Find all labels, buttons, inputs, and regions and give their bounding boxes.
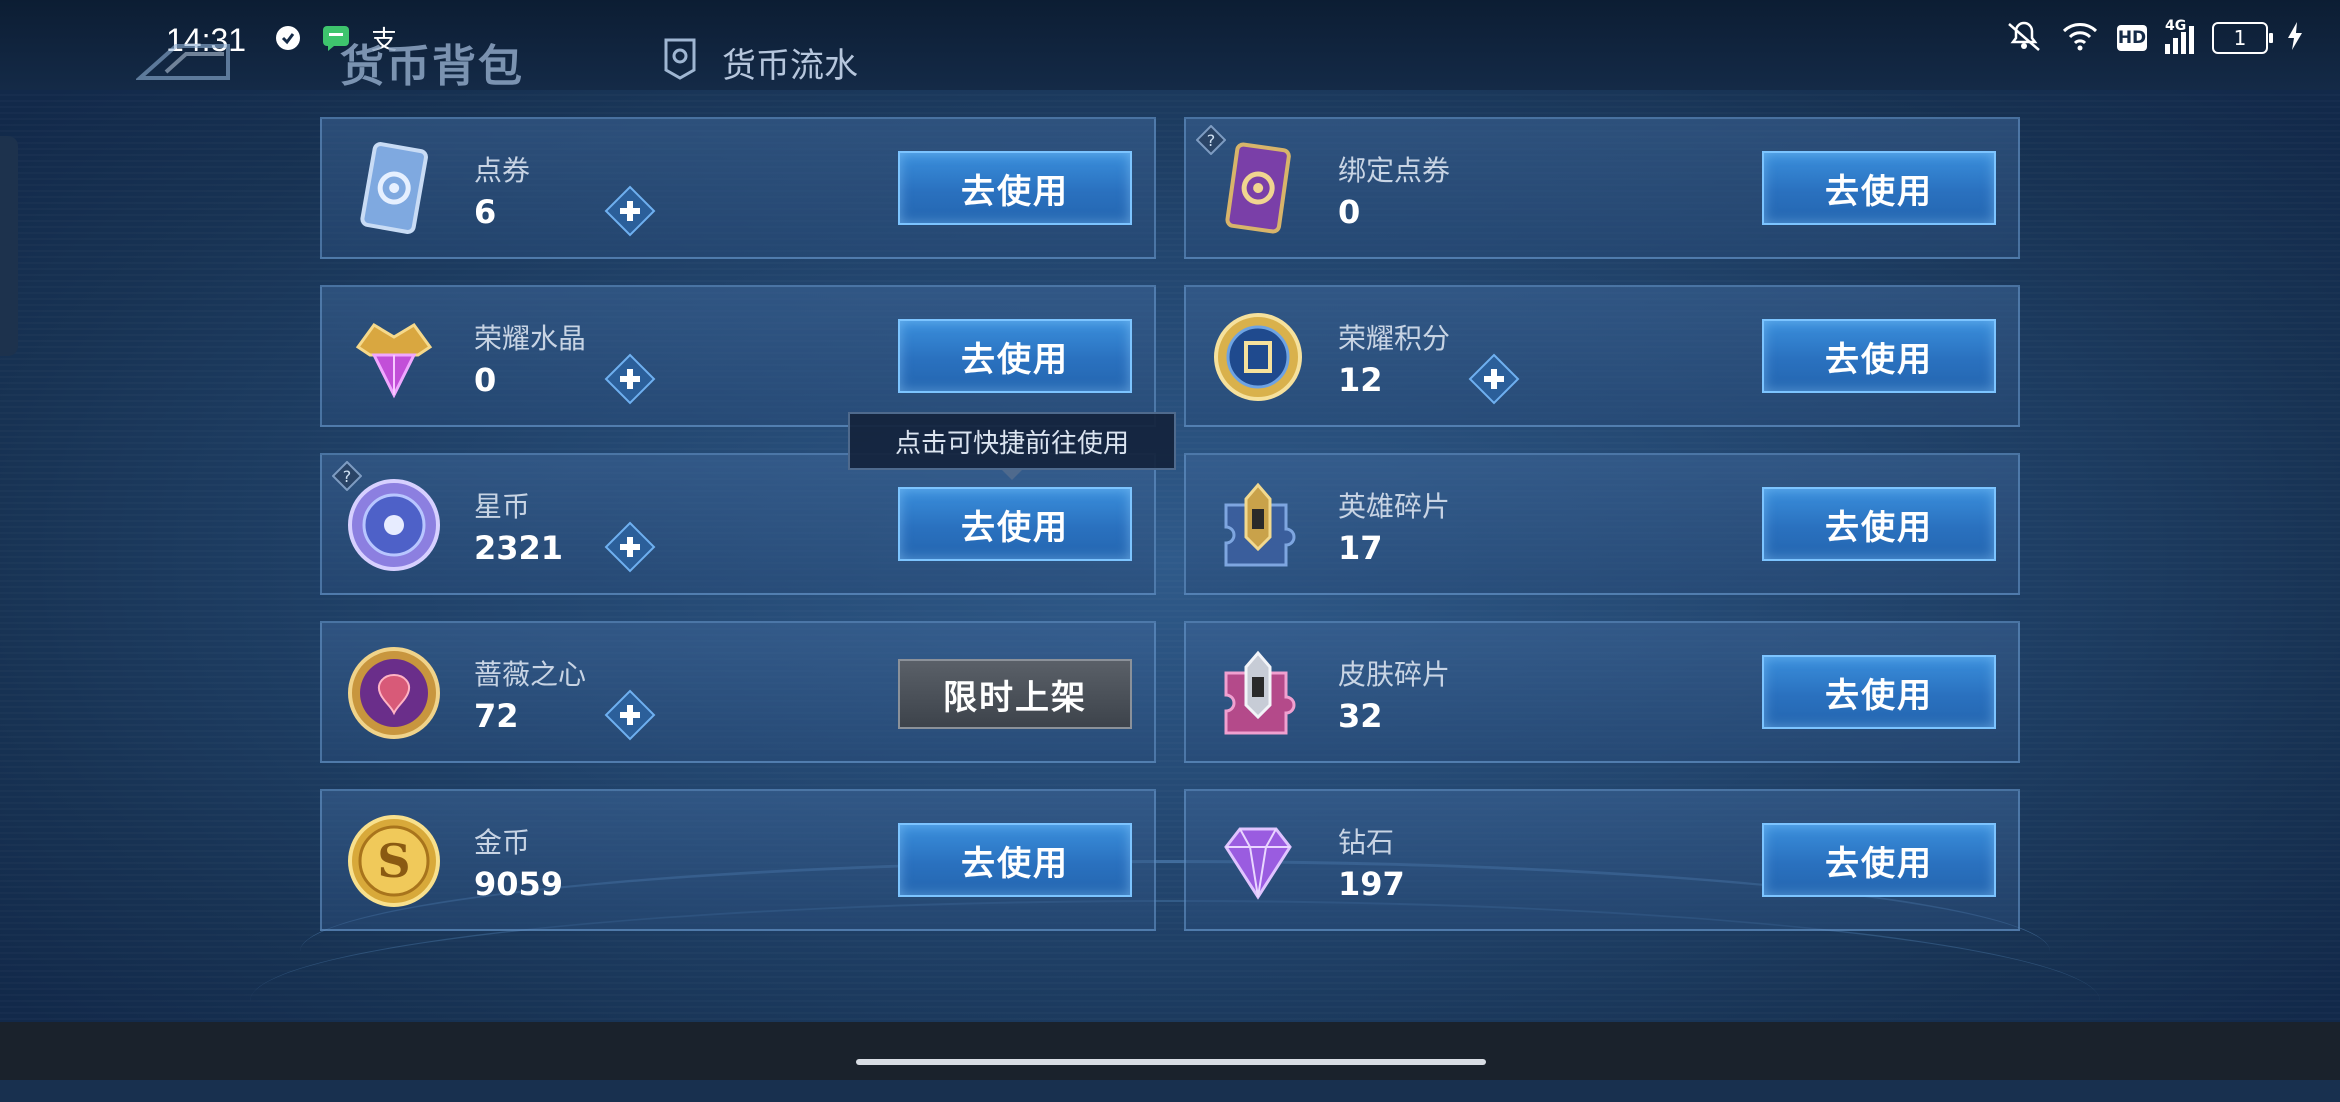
tab-currency-flow[interactable]: 货币流水 (660, 36, 858, 89)
flow-tab-icon (660, 36, 700, 89)
currency-name: 点券 (474, 154, 531, 187)
use-dianquan-button[interactable]: 去使用 (898, 151, 1132, 225)
currency-amount: 197 (1338, 865, 1405, 903)
currency-card-glory-points: 荣耀积分 12 去使用 (1184, 285, 2020, 427)
network-label: 4G (2165, 18, 2187, 34)
currency-amount: 2321 (474, 529, 564, 567)
coupon-card-icon (344, 139, 444, 239)
currency-name: 荣耀积分 (1338, 322, 1451, 355)
use-hero-fragment-button[interactable]: 去使用 (1762, 487, 1996, 561)
currency-amount: 9059 (474, 865, 564, 903)
currency-name: 荣耀水晶 (474, 322, 587, 355)
back-button[interactable] (134, 38, 232, 82)
svg-text:S: S (377, 834, 410, 888)
add-glory-points-button[interactable] (1468, 353, 1520, 405)
tab-currency-backpack[interactable]: 货币背包 (340, 30, 524, 94)
gold-coin-icon: S (344, 811, 444, 911)
star-coin-icon (344, 475, 444, 575)
currency-name: 皮肤碎片 (1338, 658, 1451, 691)
currency-amount: 0 (1338, 193, 1361, 231)
charging-icon (2286, 21, 2304, 55)
currency-name: 蔷薇之心 (474, 658, 587, 691)
home-indicator[interactable] (856, 1059, 1486, 1065)
currency-name: 英雄碎片 (1338, 490, 1451, 523)
glory-crystal-icon (344, 307, 444, 407)
currency-name: 金币 (474, 826, 531, 859)
side-handle[interactable] (0, 136, 18, 356)
currency-amount: 72 (474, 697, 519, 735)
hd-icon: HD (2117, 25, 2147, 51)
currency-card-diamond: 钻石 197 去使用 (1184, 789, 2020, 931)
hero-fragment-icon (1208, 475, 1308, 575)
flow-tab-label: 货币流水 (722, 46, 858, 86)
tooltip: 点击可快捷前往使用 (848, 412, 1176, 480)
currency-card-hero-fragment: 英雄碎片 17 去使用 (1184, 453, 2020, 595)
currency-name: 绑定点券 (1338, 154, 1451, 187)
currency-card-rose-heart: 蔷薇之心 72 限时上架 (320, 621, 1156, 763)
use-gold-coin-button[interactable]: 去使用 (898, 823, 1132, 897)
skin-fragment-icon (1208, 643, 1308, 743)
bottom-bar (0, 1022, 2340, 1080)
currency-card-star-coin: ? 星币 2321 去使用 (320, 453, 1156, 595)
glory-points-icon (1208, 307, 1308, 407)
4g-signal-icon: 4G (2165, 18, 2194, 54)
add-dianquan-button[interactable] (604, 185, 656, 237)
currency-amount: 12 (1338, 361, 1383, 399)
use-glory-crystal-button[interactable]: 去使用 (898, 319, 1132, 393)
status-right-icons: HD 4G 1 (2005, 18, 2304, 56)
currency-card-glory-crystal: 荣耀水晶 0 去使用 (320, 285, 1156, 427)
currency-card-dianquan: 点券 6 去使用 (320, 117, 1156, 259)
currency-card-skin-fragment: 皮肤碎片 32 去使用 (1184, 621, 2020, 763)
rose-heart-icon (344, 643, 444, 743)
currency-amount: 32 (1338, 697, 1383, 735)
use-bound-dianquan-button[interactable]: 去使用 (1762, 151, 1996, 225)
battery-icon: 1 (2212, 22, 2273, 54)
use-glory-points-button[interactable]: 去使用 (1762, 319, 1996, 393)
shield-icon (272, 22, 304, 54)
currency-name: 星币 (474, 490, 531, 523)
use-skin-fragment-button[interactable]: 去使用 (1762, 655, 1996, 729)
limited-time-button[interactable]: 限时上架 (898, 659, 1132, 729)
currency-name: 钻石 (1338, 826, 1395, 859)
currency-amount: 17 (1338, 529, 1383, 567)
wifi-icon (2061, 21, 2099, 55)
mute-icon (2005, 20, 2043, 56)
add-star-coin-button[interactable] (604, 521, 656, 573)
bound-coupon-card-icon (1208, 139, 1308, 239)
diamond-icon (1208, 811, 1308, 911)
add-glory-crystal-button[interactable] (604, 353, 656, 405)
use-diamond-button[interactable]: 去使用 (1762, 823, 1996, 897)
use-star-coin-button[interactable]: 去使用 (898, 487, 1132, 561)
currency-card-gold-coin: S 金币 9059 去使用 (320, 789, 1156, 931)
currency-amount: 0 (474, 361, 497, 399)
add-rose-heart-button[interactable] (604, 689, 656, 741)
currency-card-bound-dianquan: ? 绑定点券 0 去使用 (1184, 117, 2020, 259)
currency-amount: 6 (474, 193, 497, 231)
